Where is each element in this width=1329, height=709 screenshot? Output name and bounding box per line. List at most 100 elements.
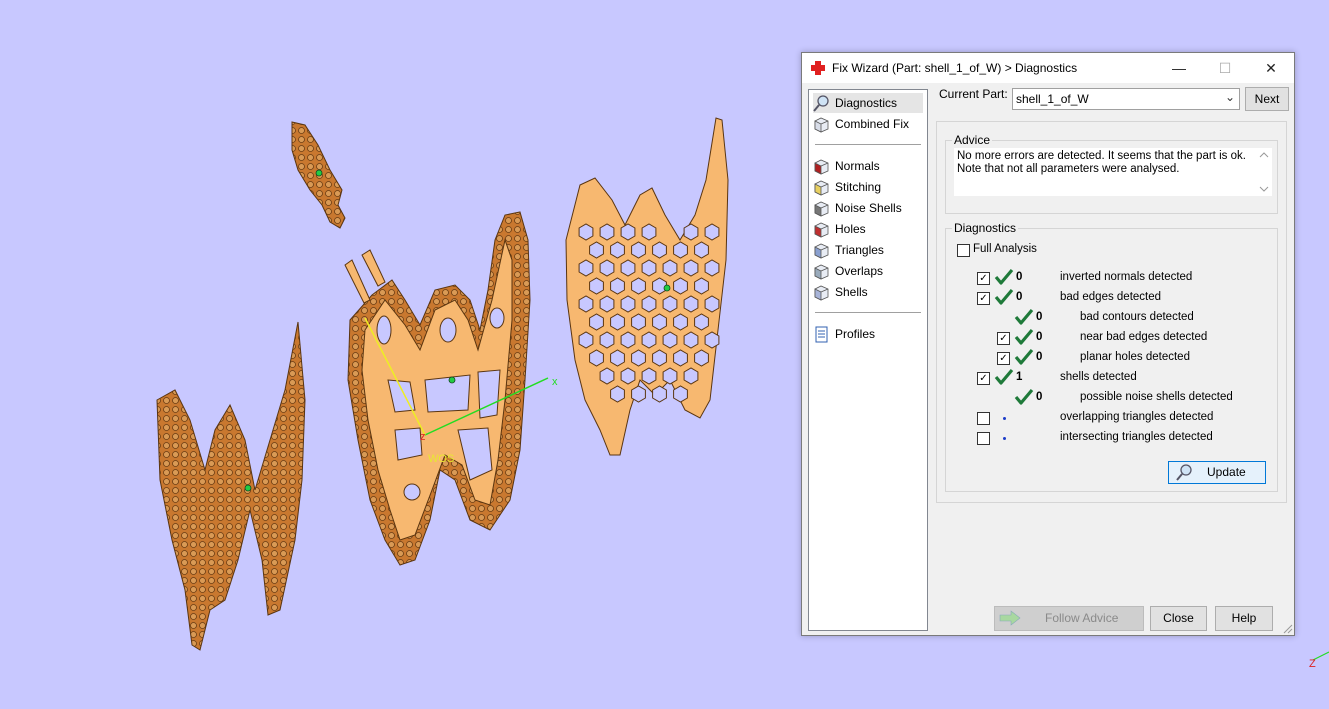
diagnostic-label: bad contours detected — [1080, 311, 1194, 323]
overlaps-cube-icon — [814, 264, 829, 280]
diagnostic-count: 0 — [1016, 271, 1023, 283]
close-window-button[interactable]: ✕ — [1248, 53, 1294, 83]
update-button[interactable]: Update — [1168, 461, 1266, 484]
hex-cell — [694, 241, 709, 259]
diagnostic-checkbox[interactable]: ✓ — [977, 292, 990, 305]
part-w-left[interactable] — [156, 321, 306, 651]
hex-cell — [683, 295, 699, 313]
hex-cell — [704, 259, 720, 277]
hex-cell — [610, 349, 625, 367]
hex-cell — [641, 223, 657, 241]
hex-cell — [599, 259, 615, 277]
nav-item-label: Profiles — [835, 327, 876, 341]
hex-cell — [673, 277, 688, 295]
hex-cell — [589, 277, 604, 295]
hex-cell — [589, 313, 604, 331]
part-w-middle[interactable] — [344, 211, 531, 566]
nav-item-overlaps[interactable]: Overlaps — [813, 261, 923, 281]
hex-cell — [683, 367, 699, 385]
nav-item-noise-shells[interactable]: Noise Shells — [813, 198, 923, 218]
follow-advice-label: Follow Advice — [1045, 611, 1119, 625]
nav-separator — [815, 312, 921, 313]
hex-cell — [620, 259, 636, 277]
nav-item-label: Stitching — [835, 180, 882, 194]
advice-scrollbar[interactable] — [1256, 148, 1272, 196]
hex-cell — [683, 259, 699, 277]
hex-cell — [673, 313, 688, 331]
advice-group: Advice No more errors are detected. It s… — [945, 133, 1278, 214]
normals-cube-icon — [814, 159, 829, 175]
nav-item-label: Normals — [835, 159, 880, 173]
nav-item-diagnostics[interactable]: Diagnostics — [813, 93, 923, 113]
nav-item-stitching[interactable]: Stitching — [813, 177, 923, 197]
hex-cell — [631, 313, 646, 331]
green-checkmark-icon — [1014, 348, 1034, 365]
hex-cell — [631, 385, 646, 403]
close-button[interactable]: Close — [1150, 606, 1207, 631]
hex-cell — [662, 259, 678, 277]
axis-x-label: x — [552, 376, 558, 388]
hex-cell — [631, 349, 646, 367]
update-label: Update — [1207, 465, 1246, 479]
hex-cell — [673, 385, 688, 403]
hex-cell — [599, 223, 615, 241]
shells-cube-icon — [814, 285, 829, 301]
diagnostic-count: 0 — [1036, 351, 1043, 363]
next-button[interactable]: Next — [1245, 87, 1289, 111]
hex-cell — [610, 313, 625, 331]
holes-cube-icon — [814, 222, 829, 238]
part-w-right[interactable] — [565, 117, 729, 456]
hex-cell — [694, 277, 709, 295]
hex-cell — [620, 223, 636, 241]
magnifier-icon — [813, 94, 829, 112]
hex-cell — [610, 277, 625, 295]
green-checkmark-icon — [994, 368, 1014, 385]
stitching-cube-icon — [814, 180, 829, 196]
diagnostic-checkbox[interactable] — [977, 412, 990, 425]
full-analysis-label: Full Analysis — [973, 243, 1037, 255]
nav-item-shells[interactable]: Shells — [813, 282, 923, 302]
diagnostic-label: shells detected — [1060, 371, 1137, 383]
hex-cell — [631, 277, 646, 295]
noise-shells-icon — [814, 201, 829, 217]
nav-item-normals[interactable]: Normals — [813, 156, 923, 176]
red-cross-icon — [811, 61, 825, 75]
full-analysis-checkbox[interactable] — [957, 244, 970, 257]
nav-item-profiles[interactable]: Profiles — [813, 324, 923, 344]
diagnostic-checkbox[interactable]: ✓ — [997, 352, 1010, 365]
corner-axis-z-label: Z — [1309, 658, 1316, 670]
nav-item-triangles[interactable]: Triangles — [813, 240, 923, 260]
hex-cell — [673, 349, 688, 367]
minimize-button[interactable]: — — [1156, 53, 1202, 83]
hex-cell — [599, 295, 615, 313]
resize-grip-icon[interactable] — [1283, 624, 1293, 634]
nav-separator — [815, 144, 921, 145]
nav-item-label: Holes — [835, 222, 866, 236]
hex-cell — [662, 331, 678, 349]
hex-cell — [578, 295, 594, 313]
help-button[interactable]: Help — [1215, 606, 1273, 631]
hex-cell — [578, 331, 594, 349]
nav-item-holes[interactable]: Holes — [813, 219, 923, 239]
green-checkmark-icon — [1014, 308, 1034, 325]
diagnostic-label: possible noise shells detected — [1080, 391, 1233, 403]
hex-cell — [652, 313, 667, 331]
hex-cell — [662, 295, 678, 313]
diagnostic-label: bad edges detected — [1060, 291, 1162, 303]
diagnostic-checkbox[interactable]: ✓ — [977, 372, 990, 385]
diagnostic-checkbox[interactable] — [977, 432, 990, 445]
diagnostic-checkbox[interactable]: ✓ — [997, 332, 1010, 345]
triangles-cube-icon — [814, 243, 829, 259]
nav-item-label: Triangles — [835, 243, 884, 257]
chevron-down-icon: ⌄ — [1224, 90, 1235, 104]
nav-item-combined-fix[interactable]: Combined Fix — [813, 114, 923, 134]
follow-advice-button[interactable]: Follow Advice — [994, 606, 1144, 631]
diagnostic-checkbox[interactable]: ✓ — [977, 272, 990, 285]
maximize-button[interactable]: ☐ — [1202, 53, 1248, 83]
current-part-select[interactable]: shell_1_of_W ⌄ — [1012, 88, 1240, 110]
nav-item-label: Noise Shells — [835, 201, 902, 215]
hex-cell — [620, 367, 636, 385]
hex-cell — [673, 241, 688, 259]
hex-cell — [610, 241, 625, 259]
hex-cell — [610, 385, 625, 403]
